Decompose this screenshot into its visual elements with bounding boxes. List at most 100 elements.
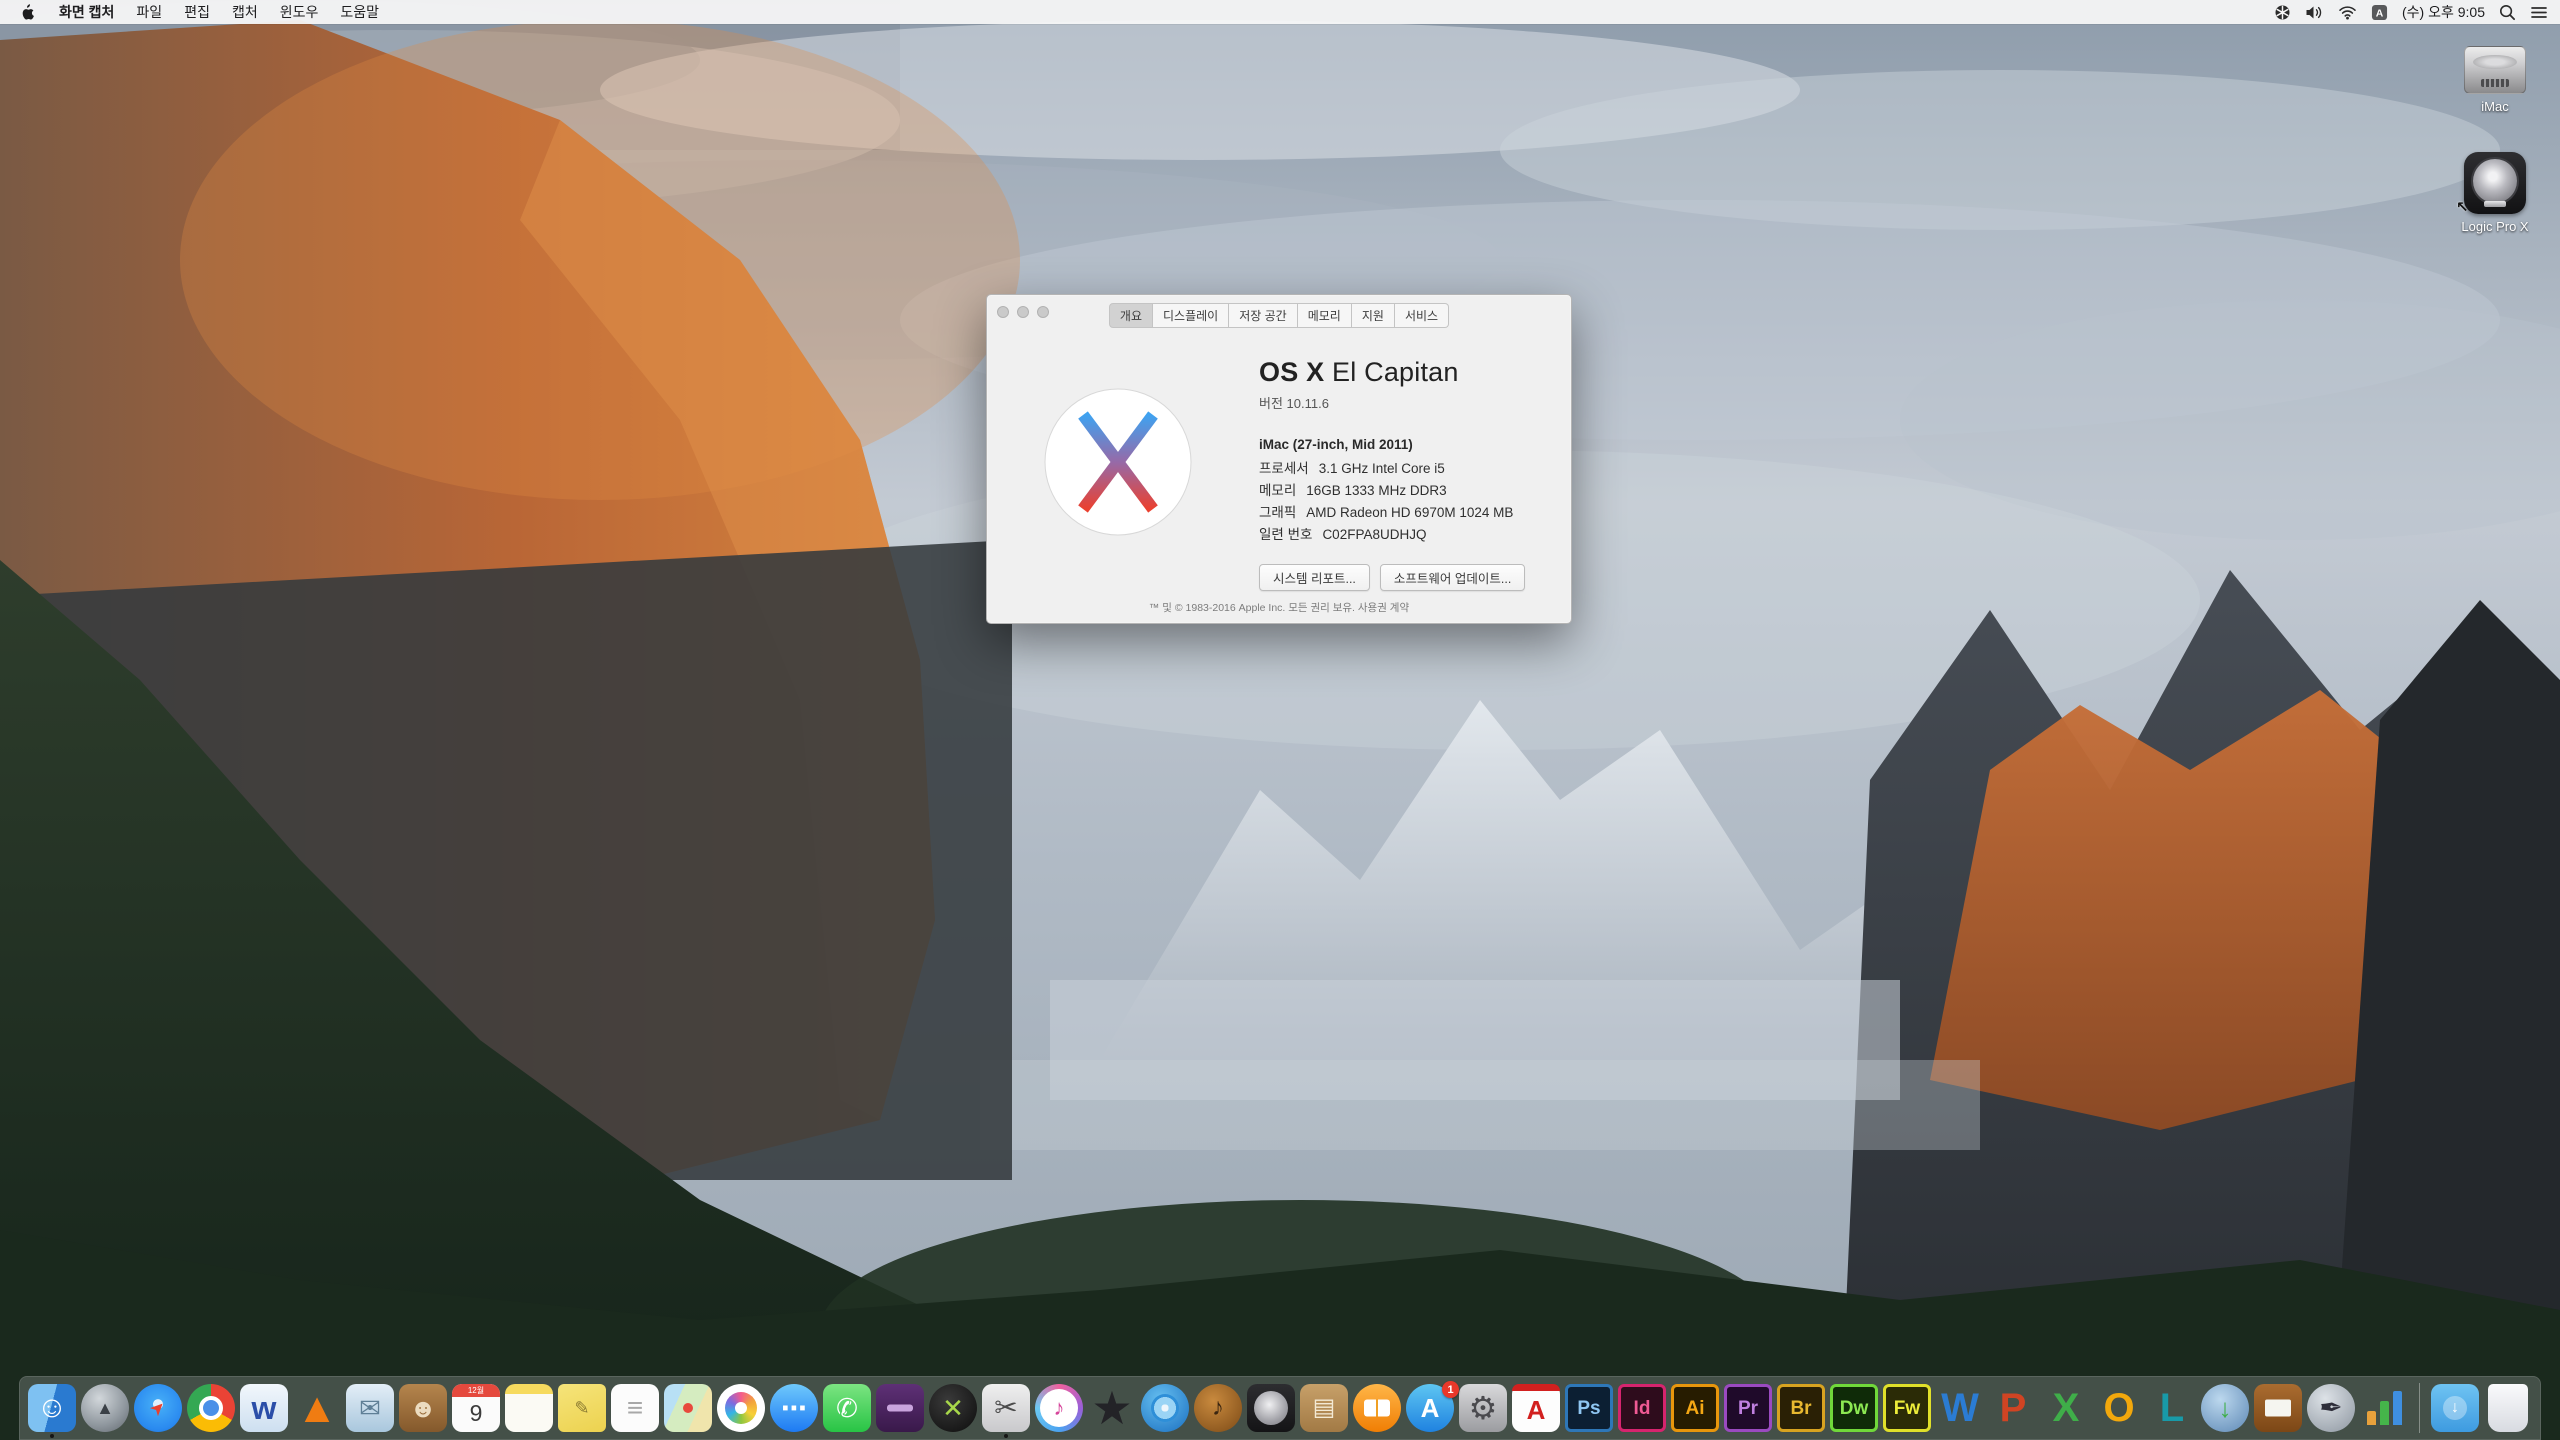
downloader-dock-icon[interactable]: ↓ <box>2201 1376 2249 1440</box>
desktop-icon-logic-pro-x[interactable]: ↖ Logic Pro X <box>2440 152 2550 234</box>
illustrator-dock-icon[interactable]: Ai <box>1671 1376 1719 1440</box>
system-preferences-icon: ⚙ <box>1459 1384 1507 1432</box>
bridge-dock-icon[interactable]: Br <box>1777 1376 1825 1440</box>
facetime-dock-icon[interactable]: ✆ <box>823 1376 871 1440</box>
premiere-dock-icon[interactable]: Pr <box>1724 1376 1772 1440</box>
pages-dock-icon[interactable]: ✒ <box>2307 1376 2355 1440</box>
word-dock-icon[interactable]: W <box>1936 1376 1984 1440</box>
photo-collage-dock-icon[interactable]: ▤ <box>1300 1376 1348 1440</box>
contacts-dock-icon[interactable]: ☻ <box>399 1376 447 1440</box>
dreamweaver-dock-icon[interactable]: Dw <box>1830 1376 1878 1440</box>
about-tab-2[interactable]: 저장 공간 <box>1229 303 1298 328</box>
input-source-a-icon[interactable]: A <box>2371 4 2388 21</box>
notes-dock-icon[interactable] <box>505 1376 553 1440</box>
about-tab-1[interactable]: 디스플레이 <box>1153 303 1229 328</box>
launchpad-icon: ▲ <box>81 1384 129 1432</box>
about-buttons: 시스템 리포트... 소프트웨어 업데이트... <box>1259 564 1525 591</box>
reminders-dock-icon[interactable]: ≡ <box>611 1376 659 1440</box>
powerpoint-glyph: P <box>2000 1388 2027 1428</box>
system-report-button[interactable]: 시스템 리포트... <box>1259 564 1370 591</box>
lync-icon: L <box>2148 1384 2196 1432</box>
screen-capture-glyph: ✂ <box>994 1394 1017 1422</box>
itunes-dock-icon[interactable]: ♪ <box>1035 1376 1083 1440</box>
powerpoint-dock-icon[interactable]: P <box>1989 1376 2037 1440</box>
dreamweaver-glyph: Dw <box>1840 1399 1869 1418</box>
launchpad-dock-icon[interactable]: ▲ <box>81 1376 129 1440</box>
about-tab-5[interactable]: 서비스 <box>1395 303 1449 328</box>
downloads-folder-dock-icon[interactable]: ↓ <box>2431 1376 2479 1440</box>
mail-dock-icon[interactable]: ✉ <box>346 1376 394 1440</box>
downloader-icon: ↓ <box>2201 1384 2249 1432</box>
xilisoft-converter-glyph: ✕ <box>942 1395 964 1421</box>
indesign-dock-icon[interactable]: Id <box>1618 1376 1666 1440</box>
spec-label: 프로세서 <box>1259 458 1309 480</box>
software-update-button[interactable]: 소프트웨어 업데이트... <box>1380 564 1525 591</box>
photoshop-dock-icon[interactable]: Ps <box>1565 1376 1613 1440</box>
about-tab-4[interactable]: 지원 <box>1352 303 1395 328</box>
desktop-icon-imac[interactable]: iMac <box>2440 46 2550 114</box>
menu-item-4[interactable]: 윈도우 <box>269 2 330 22</box>
ibooks-dock-icon[interactable] <box>1353 1376 1401 1440</box>
about-tab-3[interactable]: 메모리 <box>1298 303 1352 328</box>
excel-dock-icon[interactable]: X <box>2042 1376 2090 1440</box>
mail-icon: ✉ <box>346 1384 394 1432</box>
maps-dock-icon[interactable] <box>664 1376 712 1440</box>
acrobat-reader-dock-icon[interactable]: A <box>1512 1376 1560 1440</box>
imovie-dock-icon[interactable]: ★ <box>1088 1376 1136 1440</box>
logic-slot <box>2484 201 2506 207</box>
calendar-dock-icon[interactable]: 12월9 <box>452 1376 500 1440</box>
garageband-dock-icon[interactable]: ♪ <box>1194 1376 1242 1440</box>
webhard-icon: w <box>240 1384 288 1432</box>
media-converter-dock-icon[interactable] <box>1141 1376 1189 1440</box>
imovie-icon: ★ <box>1088 1384 1136 1432</box>
about-tab-0[interactable]: 개요 <box>1109 303 1153 328</box>
fan-icon[interactable] <box>2274 4 2291 21</box>
word-icon: W <box>1936 1384 1984 1432</box>
numbers-dock-icon[interactable] <box>2360 1376 2408 1440</box>
safari-dock-icon[interactable]: ➤ <box>134 1376 182 1440</box>
menu-item-3[interactable]: 캡처 <box>221 2 269 22</box>
screen-capture-dock-icon[interactable]: ✂ <box>982 1376 1030 1440</box>
spec-row-1: 메모리16GB 1333 MHz DDR3 <box>1259 480 1525 502</box>
spotlight-icon[interactable] <box>2499 4 2516 21</box>
volume-icon[interactable] <box>2305 4 2324 21</box>
menu-item-5[interactable]: 도움말 <box>329 2 390 22</box>
acrobat-reader-icon: A <box>1512 1384 1560 1432</box>
fireworks-icon: Fw <box>1883 1384 1931 1432</box>
chrome-dock-icon[interactable] <box>187 1376 235 1440</box>
indesign-icon: Id <box>1618 1384 1666 1432</box>
webhard-dock-icon[interactable]: w <box>240 1376 288 1440</box>
mac-model: iMac (27-inch, Mid 2011) <box>1259 437 1525 452</box>
trash-dock-icon[interactable] <box>2484 1376 2532 1440</box>
xilisoft-converter-icon: ✕ <box>929 1384 977 1432</box>
stickies-dock-icon[interactable]: ✎ <box>558 1376 606 1440</box>
logic-pro-x-dock-icon[interactable] <box>1247 1376 1295 1440</box>
finder-glyph: ☺ <box>37 1393 68 1423</box>
vlc-dock-icon[interactable]: ▲ <box>293 1376 341 1440</box>
menu-clock[interactable]: (수) 오후 9:05 <box>2402 2 2485 22</box>
notification-center-icon[interactable] <box>2530 5 2548 20</box>
xilisoft-converter-dock-icon[interactable]: ✕ <box>929 1376 977 1440</box>
app-store-glyph: A <box>1421 1395 1440 1421</box>
vlc-glyph: ▲ <box>296 1387 338 1429</box>
finder-dock-icon[interactable]: ☺ <box>28 1376 76 1440</box>
app-store-dock-icon[interactable]: A1 <box>1406 1376 1454 1440</box>
itunes-glyph: ♪ <box>1054 1397 1065 1419</box>
contacts-glyph: ☻ <box>409 1395 436 1421</box>
fireworks-dock-icon[interactable]: Fw <box>1883 1376 1931 1440</box>
wifi-icon[interactable] <box>2338 5 2357 20</box>
toast-titanium-dock-icon[interactable] <box>876 1376 924 1440</box>
photos-dock-icon[interactable] <box>717 1376 765 1440</box>
menu-item-1[interactable]: 파일 <box>125 2 173 22</box>
os-version: 버전 10.11.6 <box>1259 393 1525 412</box>
outlook-dock-icon[interactable]: O <box>2095 1376 2143 1440</box>
apple-menu-icon[interactable] <box>12 4 48 21</box>
messages-dock-icon[interactable]: ⋯ <box>770 1376 818 1440</box>
menu-item-2[interactable]: 편집 <box>173 2 221 22</box>
system-preferences-dock-icon[interactable]: ⚙ <box>1459 1376 1507 1440</box>
lync-dock-icon[interactable]: L <box>2148 1376 2196 1440</box>
menu-app-name[interactable]: 화면 캡처 <box>48 2 125 22</box>
keynote-dock-icon[interactable] <box>2254 1376 2302 1440</box>
calendar-glyph: 9 <box>470 1402 483 1425</box>
excel-glyph: X <box>2053 1388 2080 1428</box>
